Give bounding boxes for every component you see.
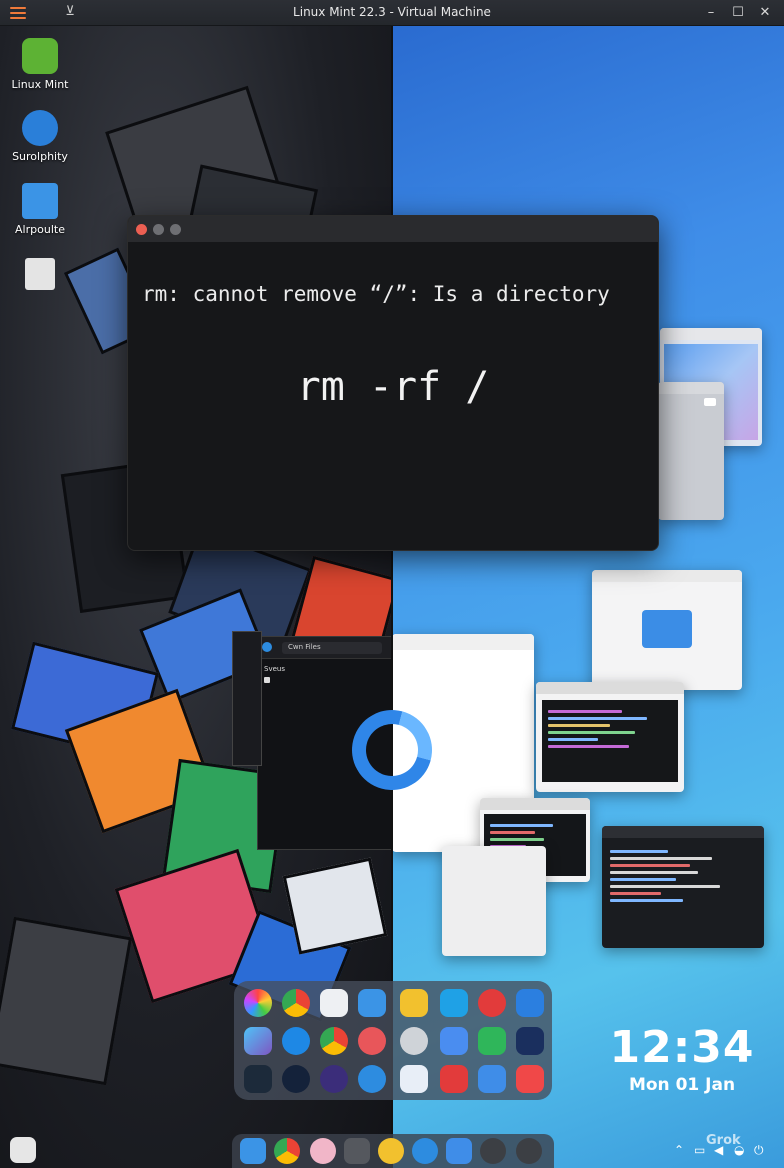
tasks-icon[interactable] [516, 1027, 544, 1055]
app-icon[interactable] [446, 1138, 472, 1164]
desktop-icon-linux-mint[interactable]: Linux Mint [0, 38, 80, 91]
app-icon[interactable] [400, 1065, 428, 1093]
file-window-sidebar-item[interactable]: Sveus [264, 665, 285, 673]
window-title: Linux Mint 22.3 - Virtual Machine [293, 5, 491, 19]
photos-app-icon[interactable] [244, 989, 272, 1017]
chrome-icon[interactable] [274, 1138, 300, 1164]
background-window [232, 631, 262, 766]
menu-button[interactable] [10, 1137, 36, 1163]
chevron-up-icon[interactable]: ⌃ [674, 1143, 684, 1157]
home-icon [264, 677, 270, 683]
app-icon[interactable] [320, 1065, 348, 1093]
window-titlebar: ⊻ Linux Mint 22.3 - Virtual Machine – ☐ … [0, 0, 784, 26]
app-icon[interactable] [378, 1138, 404, 1164]
terminal-error-line: rm: cannot remove “/”: Is a directory [142, 282, 610, 306]
desktop-icon-document[interactable] [0, 258, 80, 294]
compass-icon[interactable] [400, 1027, 428, 1055]
chrome-icon[interactable] [282, 989, 310, 1017]
terminal-window[interactable]: rm: cannot remove “/”: Is a directory rm… [127, 215, 659, 551]
minimize-button[interactable]: – [700, 3, 722, 23]
skype-icon[interactable] [282, 1027, 310, 1055]
close-button[interactable]: ✕ [754, 3, 776, 23]
store-icon[interactable] [516, 989, 544, 1017]
app-icon[interactable] [310, 1138, 336, 1164]
folder-icon [642, 610, 692, 648]
app-logo-icon [262, 642, 272, 652]
desktop-icon-app[interactable]: Surolphity [0, 110, 80, 163]
terminal-titlebar [128, 216, 658, 242]
wallpaper-shard [282, 857, 388, 955]
power-icon[interactable]: ⏻ [754, 1143, 764, 1158]
clock-date: Mon 01 Jan [628, 1075, 736, 1095]
file-window-title: Cwn Files [288, 643, 321, 651]
error-icon[interactable] [478, 989, 506, 1017]
app-icon[interactable] [244, 1027, 272, 1055]
tablet-icon[interactable] [244, 1065, 272, 1093]
files-icon[interactable] [240, 1138, 266, 1164]
podcast-icon[interactable] [358, 1027, 386, 1055]
safari-icon[interactable] [358, 1065, 386, 1093]
settings-icon[interactable] [480, 1138, 506, 1164]
folder-icon[interactable] [400, 989, 428, 1017]
linux-mint-logo-icon [22, 38, 58, 74]
folder-icon [22, 183, 58, 219]
folder-icon[interactable] [358, 989, 386, 1017]
app-icon[interactable] [344, 1138, 370, 1164]
clock-time: 12:34 [609, 1022, 755, 1073]
document-icon [25, 258, 55, 290]
app-icon[interactable] [282, 1065, 310, 1093]
desktop-icon-folder[interactable]: Alrpoulte [0, 183, 80, 236]
maximize-dot[interactable] [170, 224, 181, 235]
app-logo-icon [22, 110, 58, 146]
app-icon[interactable] [516, 1065, 544, 1093]
terminal-command: rm -rf / [296, 364, 490, 410]
tray-icon[interactable]: ▭ [694, 1143, 705, 1157]
app-dock [234, 981, 552, 1100]
app-window[interactable] [658, 382, 724, 520]
folder-window[interactable] [592, 570, 742, 690]
chrome-icon[interactable] [320, 1027, 348, 1055]
app-window[interactable] [442, 846, 546, 956]
minimize-dot[interactable] [153, 224, 164, 235]
messages-icon[interactable] [478, 1027, 506, 1055]
wallpaper-shard [0, 916, 133, 1086]
maximize-button[interactable]: ☐ [727, 3, 749, 23]
safari-icon[interactable] [412, 1138, 438, 1164]
chat-icon[interactable] [440, 989, 468, 1017]
close-dot[interactable] [136, 224, 147, 235]
code-editor-window[interactable] [536, 682, 684, 792]
desktop-clock: 12:34 Mon 01 Jan [600, 1022, 764, 1095]
settings-icon[interactable] [516, 1138, 542, 1164]
terminal-window[interactable] [602, 826, 764, 948]
app-icon[interactable] [478, 1065, 506, 1093]
watermark: Grok [706, 1133, 741, 1148]
files-icon[interactable] [320, 989, 348, 1017]
app-icon[interactable] [440, 1065, 468, 1093]
maps-icon[interactable] [440, 1027, 468, 1055]
